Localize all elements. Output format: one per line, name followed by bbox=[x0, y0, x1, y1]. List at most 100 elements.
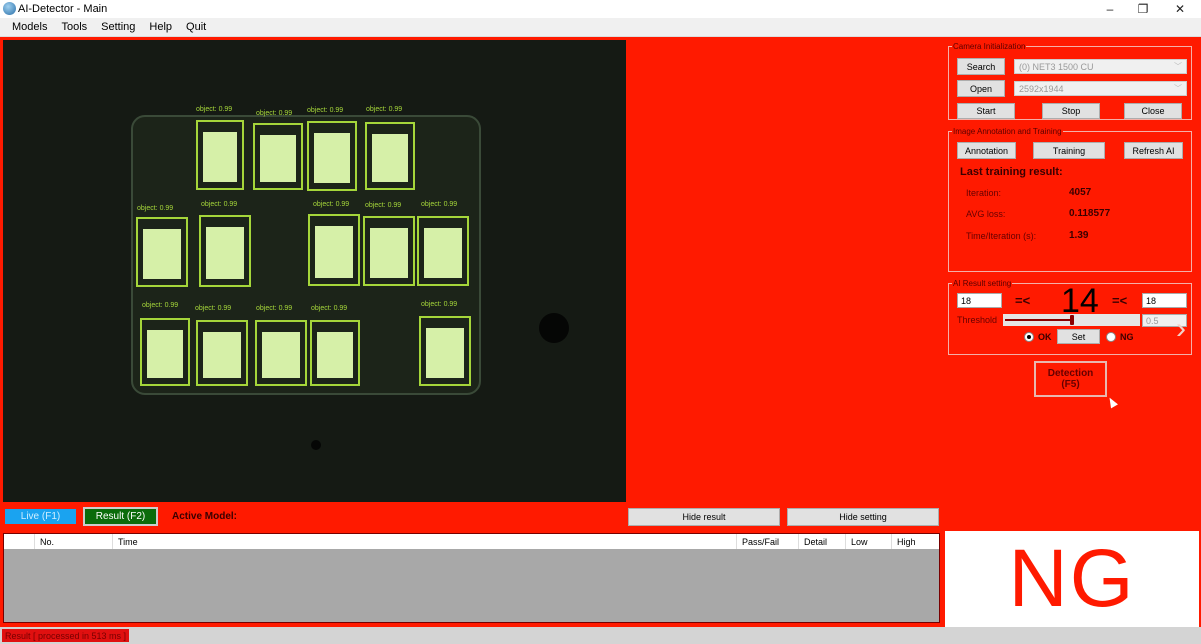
menu-quit[interactable]: Quit bbox=[186, 21, 206, 33]
resolution-select[interactable]: 2592x1944 ﹀ bbox=[1014, 81, 1187, 96]
next-arrow-icon[interactable]: › bbox=[1176, 312, 1186, 346]
detection-box bbox=[253, 123, 303, 190]
search-button[interactable]: Search bbox=[957, 58, 1005, 75]
high-limit-input[interactable]: 18 bbox=[1142, 293, 1187, 308]
ng-radio[interactable] bbox=[1106, 332, 1116, 342]
low-limit-input[interactable]: 18 bbox=[957, 293, 1002, 308]
camera-select-value: (0) NET3 1500 CU bbox=[1019, 61, 1094, 72]
result-status-text: NG bbox=[1008, 533, 1136, 624]
hide-result-button[interactable]: Hide result bbox=[628, 508, 780, 526]
detection-label: object: 0.99 bbox=[421, 201, 458, 208]
tray-hole bbox=[539, 313, 569, 343]
column-header-high[interactable]: High bbox=[891, 534, 939, 549]
detection-label: object: 0.99 bbox=[256, 305, 293, 312]
live-button[interactable]: Live (F1) bbox=[5, 509, 76, 524]
refresh-ai-button[interactable]: Refresh AI bbox=[1124, 142, 1183, 159]
chevron-down-icon: ﹀ bbox=[1174, 62, 1182, 71]
ng-label: NG bbox=[1120, 332, 1134, 342]
detection-label: object: 0.99 bbox=[421, 301, 458, 308]
lower-operator: =< bbox=[1015, 293, 1031, 308]
app-icon bbox=[3, 2, 16, 15]
detection-label: object: 0.99 bbox=[196, 106, 233, 113]
tray-hole bbox=[311, 440, 321, 450]
close-window-button[interactable]: ✕ bbox=[1162, 0, 1198, 18]
detected-object bbox=[262, 332, 300, 378]
detection-box bbox=[255, 320, 307, 386]
detection-label: object: 0.99 bbox=[313, 201, 350, 208]
detected-object bbox=[260, 135, 296, 182]
detection-label: object: 0.99 bbox=[201, 201, 238, 208]
annotation-button[interactable]: Annotation bbox=[957, 142, 1016, 159]
main-area: object: 0.99 object: 0.99 object: 0.99 obje… bbox=[0, 37, 1201, 627]
stop-button[interactable]: Stop bbox=[1042, 103, 1100, 119]
close-camera-button[interactable]: Close bbox=[1124, 103, 1182, 119]
chevron-down-icon: ﹀ bbox=[1174, 84, 1182, 93]
menu-help[interactable]: Help bbox=[149, 21, 172, 33]
ok-label: OK bbox=[1038, 332, 1052, 342]
detection-label: object: 0.99 bbox=[142, 302, 179, 309]
detection-box bbox=[136, 217, 188, 287]
ai-result-group: AI Result setting 18 =< 14 =< 18 Thresho… bbox=[948, 279, 1192, 355]
column-header-detail[interactable]: Detail bbox=[798, 534, 845, 549]
threshold-slider[interactable] bbox=[1003, 314, 1140, 326]
iteration-value: 4057 bbox=[1069, 187, 1092, 198]
column-header-time[interactable]: Time bbox=[112, 534, 736, 549]
menu-bar: Models Tools Setting Help Quit bbox=[0, 18, 1201, 37]
detection-box bbox=[199, 215, 251, 287]
detection-button[interactable]: Detection (F5) bbox=[1034, 361, 1107, 397]
detected-object bbox=[315, 226, 353, 278]
threshold-label: Threshold bbox=[957, 315, 998, 325]
menu-models[interactable]: Models bbox=[12, 21, 47, 33]
detection-box bbox=[310, 320, 360, 386]
detection-label: object: 0.99 bbox=[195, 305, 232, 312]
title-bar: AI-Detector - Main – ❐ ✕ bbox=[0, 0, 1201, 18]
detection-box bbox=[140, 318, 190, 386]
column-header-low[interactable]: Low bbox=[845, 534, 891, 549]
status-bar: Result [ processed in 513 ms ] bbox=[0, 627, 1201, 644]
ok-radio[interactable] bbox=[1024, 332, 1034, 342]
camera-select[interactable]: (0) NET3 1500 CU ﹀ bbox=[1014, 59, 1187, 74]
table-header: No. Time Pass/Fail Detail Low High bbox=[4, 534, 939, 549]
column-header-pass-fail[interactable]: Pass/Fail bbox=[736, 534, 798, 549]
mouse-cursor-icon bbox=[1106, 395, 1118, 409]
detected-object bbox=[426, 328, 464, 378]
minimize-button[interactable]: – bbox=[1092, 0, 1128, 18]
column-header-select[interactable] bbox=[4, 534, 34, 549]
detection-box bbox=[417, 216, 469, 286]
open-button[interactable]: Open bbox=[957, 80, 1005, 97]
maximize-button[interactable]: ❐ bbox=[1125, 0, 1161, 18]
training-legend: Image Annotation and Training bbox=[953, 127, 1062, 136]
results-table[interactable]: No. Time Pass/Fail Detail Low High bbox=[3, 533, 940, 623]
detected-object bbox=[147, 330, 183, 378]
detected-object bbox=[317, 332, 353, 378]
menu-tools[interactable]: Tools bbox=[61, 21, 87, 33]
start-button[interactable]: Start bbox=[957, 103, 1015, 119]
detection-label: object: 0.99 bbox=[137, 205, 174, 212]
menu-setting[interactable]: Setting bbox=[101, 21, 135, 33]
result-button[interactable]: Result (F2) bbox=[83, 507, 158, 526]
column-header-no[interactable]: No. bbox=[34, 534, 112, 549]
detected-object bbox=[143, 229, 181, 279]
camera-init-legend: Camera Initialization bbox=[953, 42, 1026, 51]
camera-view: object: 0.99 object: 0.99 object: 0.99 obje… bbox=[3, 40, 626, 502]
detected-object bbox=[372, 134, 408, 182]
set-button[interactable]: Set bbox=[1057, 329, 1100, 344]
detection-label: object: 0.99 bbox=[256, 110, 293, 117]
detection-box bbox=[196, 120, 244, 190]
avg-loss-label: AVG loss: bbox=[966, 209, 1006, 219]
detection-box bbox=[196, 320, 248, 386]
detection-button-label: Detection bbox=[1047, 368, 1094, 379]
status-text: Result [ processed in 513 ms ] bbox=[2, 629, 130, 642]
slider-thumb[interactable] bbox=[1069, 315, 1074, 325]
detection-box bbox=[363, 216, 415, 286]
detection-box bbox=[365, 122, 415, 190]
bottom-bar: Live (F1) Result (F2) Active Model: Hide… bbox=[0, 504, 945, 534]
iteration-label: Iteration: bbox=[966, 188, 1002, 198]
detected-object bbox=[203, 332, 241, 378]
detected-object bbox=[203, 132, 237, 182]
hide-setting-button[interactable]: Hide setting bbox=[787, 508, 939, 526]
last-training-heading: Last training result: bbox=[960, 166, 1063, 178]
ai-result-legend: AI Result setting bbox=[953, 279, 1012, 288]
training-button[interactable]: Training bbox=[1033, 142, 1105, 159]
time-iteration-value: 1.39 bbox=[1069, 230, 1089, 241]
